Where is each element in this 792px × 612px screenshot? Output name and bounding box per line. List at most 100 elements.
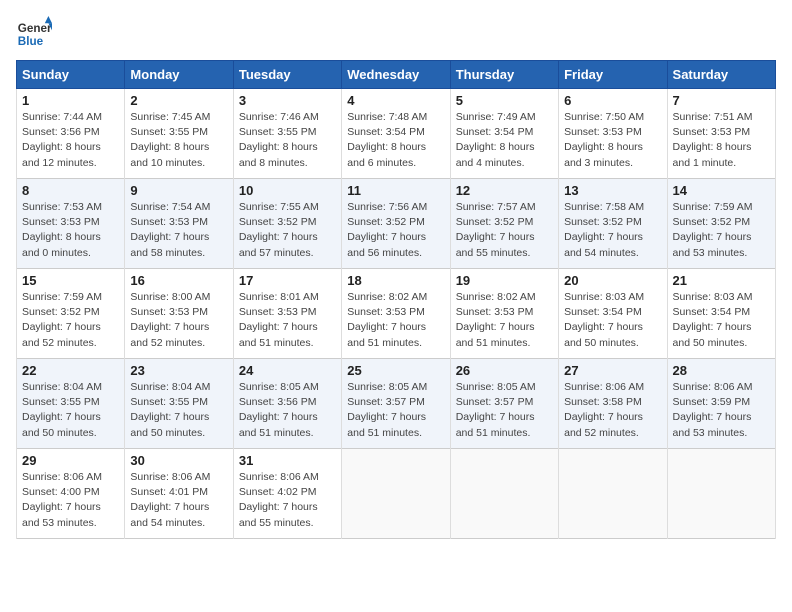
calendar-cell: 13 Sunrise: 7:58 AM Sunset: 3:52 PM Dayl… — [559, 179, 667, 269]
calendar-cell — [559, 449, 667, 539]
calendar-cell: 3 Sunrise: 7:46 AM Sunset: 3:55 PM Dayli… — [233, 89, 341, 179]
calendar-cell: 23 Sunrise: 8:04 AM Sunset: 3:55 PM Dayl… — [125, 359, 233, 449]
week-row-2: 8 Sunrise: 7:53 AM Sunset: 3:53 PM Dayli… — [17, 179, 776, 269]
day-info: Sunrise: 7:44 AM Sunset: 3:56 PM Dayligh… — [22, 110, 119, 171]
day-info: Sunrise: 8:06 AM Sunset: 4:00 PM Dayligh… — [22, 470, 119, 531]
day-number: 8 — [22, 183, 119, 198]
svg-text:General: General — [18, 22, 52, 35]
day-number: 27 — [564, 363, 661, 378]
week-row-1: 1 Sunrise: 7:44 AM Sunset: 3:56 PM Dayli… — [17, 89, 776, 179]
day-number: 21 — [673, 273, 770, 288]
calendar-cell: 21 Sunrise: 8:03 AM Sunset: 3:54 PM Dayl… — [667, 269, 775, 359]
day-info: Sunrise: 7:50 AM Sunset: 3:53 PM Dayligh… — [564, 110, 661, 171]
day-info: Sunrise: 7:56 AM Sunset: 3:52 PM Dayligh… — [347, 200, 444, 261]
day-info: Sunrise: 8:05 AM Sunset: 3:56 PM Dayligh… — [239, 380, 336, 441]
days-header-row: SundayMondayTuesdayWednesdayThursdayFrid… — [17, 61, 776, 89]
calendar-cell: 2 Sunrise: 7:45 AM Sunset: 3:55 PM Dayli… — [125, 89, 233, 179]
calendar-cell: 5 Sunrise: 7:49 AM Sunset: 3:54 PM Dayli… — [450, 89, 558, 179]
calendar-cell: 12 Sunrise: 7:57 AM Sunset: 3:52 PM Dayl… — [450, 179, 558, 269]
calendar-cell: 27 Sunrise: 8:06 AM Sunset: 3:58 PM Dayl… — [559, 359, 667, 449]
day-number: 17 — [239, 273, 336, 288]
day-info: Sunrise: 7:46 AM Sunset: 3:55 PM Dayligh… — [239, 110, 336, 171]
week-row-3: 15 Sunrise: 7:59 AM Sunset: 3:52 PM Dayl… — [17, 269, 776, 359]
calendar-cell: 25 Sunrise: 8:05 AM Sunset: 3:57 PM Dayl… — [342, 359, 450, 449]
calendar-cell: 20 Sunrise: 8:03 AM Sunset: 3:54 PM Dayl… — [559, 269, 667, 359]
calendar-table: SundayMondayTuesdayWednesdayThursdayFrid… — [16, 60, 776, 539]
day-number: 5 — [456, 93, 553, 108]
day-number: 24 — [239, 363, 336, 378]
day-info: Sunrise: 7:51 AM Sunset: 3:53 PM Dayligh… — [673, 110, 770, 171]
day-number: 12 — [456, 183, 553, 198]
day-number: 13 — [564, 183, 661, 198]
day-header-saturday: Saturday — [667, 61, 775, 89]
day-info: Sunrise: 7:58 AM Sunset: 3:52 PM Dayligh… — [564, 200, 661, 261]
day-number: 22 — [22, 363, 119, 378]
calendar-cell: 4 Sunrise: 7:48 AM Sunset: 3:54 PM Dayli… — [342, 89, 450, 179]
day-info: Sunrise: 7:55 AM Sunset: 3:52 PM Dayligh… — [239, 200, 336, 261]
day-number: 3 — [239, 93, 336, 108]
day-number: 15 — [22, 273, 119, 288]
calendar-cell: 14 Sunrise: 7:59 AM Sunset: 3:52 PM Dayl… — [667, 179, 775, 269]
day-number: 1 — [22, 93, 119, 108]
day-number: 25 — [347, 363, 444, 378]
day-number: 23 — [130, 363, 227, 378]
day-header-sunday: Sunday — [17, 61, 125, 89]
day-info: Sunrise: 8:06 AM Sunset: 4:02 PM Dayligh… — [239, 470, 336, 531]
calendar-cell: 9 Sunrise: 7:54 AM Sunset: 3:53 PM Dayli… — [125, 179, 233, 269]
calendar-cell: 26 Sunrise: 8:05 AM Sunset: 3:57 PM Dayl… — [450, 359, 558, 449]
day-number: 28 — [673, 363, 770, 378]
day-info: Sunrise: 7:54 AM Sunset: 3:53 PM Dayligh… — [130, 200, 227, 261]
day-info: Sunrise: 8:02 AM Sunset: 3:53 PM Dayligh… — [456, 290, 553, 351]
calendar-cell: 18 Sunrise: 8:02 AM Sunset: 3:53 PM Dayl… — [342, 269, 450, 359]
day-header-thursday: Thursday — [450, 61, 558, 89]
day-info: Sunrise: 8:02 AM Sunset: 3:53 PM Dayligh… — [347, 290, 444, 351]
day-number: 20 — [564, 273, 661, 288]
day-number: 16 — [130, 273, 227, 288]
calendar-cell — [450, 449, 558, 539]
day-info: Sunrise: 8:06 AM Sunset: 3:58 PM Dayligh… — [564, 380, 661, 441]
calendar-cell: 22 Sunrise: 8:04 AM Sunset: 3:55 PM Dayl… — [17, 359, 125, 449]
day-info: Sunrise: 7:57 AM Sunset: 3:52 PM Dayligh… — [456, 200, 553, 261]
page-header: General Blue — [16, 16, 776, 52]
day-number: 29 — [22, 453, 119, 468]
calendar-cell: 1 Sunrise: 7:44 AM Sunset: 3:56 PM Dayli… — [17, 89, 125, 179]
day-info: Sunrise: 7:59 AM Sunset: 3:52 PM Dayligh… — [673, 200, 770, 261]
calendar-cell: 24 Sunrise: 8:05 AM Sunset: 3:56 PM Dayl… — [233, 359, 341, 449]
calendar-cell: 7 Sunrise: 7:51 AM Sunset: 3:53 PM Dayli… — [667, 89, 775, 179]
day-info: Sunrise: 8:03 AM Sunset: 3:54 PM Dayligh… — [673, 290, 770, 351]
day-number: 4 — [347, 93, 444, 108]
day-info: Sunrise: 7:53 AM Sunset: 3:53 PM Dayligh… — [22, 200, 119, 261]
day-header-friday: Friday — [559, 61, 667, 89]
day-info: Sunrise: 7:49 AM Sunset: 3:54 PM Dayligh… — [456, 110, 553, 171]
calendar-cell: 10 Sunrise: 7:55 AM Sunset: 3:52 PM Dayl… — [233, 179, 341, 269]
logo-icon: General Blue — [16, 16, 52, 52]
logo: General Blue — [16, 16, 52, 52]
calendar-cell — [342, 449, 450, 539]
day-number: 6 — [564, 93, 661, 108]
day-number: 19 — [456, 273, 553, 288]
day-header-tuesday: Tuesday — [233, 61, 341, 89]
week-row-5: 29 Sunrise: 8:06 AM Sunset: 4:00 PM Dayl… — [17, 449, 776, 539]
day-number: 26 — [456, 363, 553, 378]
day-info: Sunrise: 8:06 AM Sunset: 3:59 PM Dayligh… — [673, 380, 770, 441]
calendar-cell: 17 Sunrise: 8:01 AM Sunset: 3:53 PM Dayl… — [233, 269, 341, 359]
day-info: Sunrise: 8:05 AM Sunset: 3:57 PM Dayligh… — [456, 380, 553, 441]
calendar-cell: 19 Sunrise: 8:02 AM Sunset: 3:53 PM Dayl… — [450, 269, 558, 359]
day-number: 10 — [239, 183, 336, 198]
calendar-cell: 31 Sunrise: 8:06 AM Sunset: 4:02 PM Dayl… — [233, 449, 341, 539]
day-number: 18 — [347, 273, 444, 288]
calendar-cell: 8 Sunrise: 7:53 AM Sunset: 3:53 PM Dayli… — [17, 179, 125, 269]
day-info: Sunrise: 8:04 AM Sunset: 3:55 PM Dayligh… — [130, 380, 227, 441]
day-header-monday: Monday — [125, 61, 233, 89]
day-number: 9 — [130, 183, 227, 198]
day-info: Sunrise: 7:48 AM Sunset: 3:54 PM Dayligh… — [347, 110, 444, 171]
calendar-cell — [667, 449, 775, 539]
calendar-cell: 30 Sunrise: 8:06 AM Sunset: 4:01 PM Dayl… — [125, 449, 233, 539]
day-info: Sunrise: 8:03 AM Sunset: 3:54 PM Dayligh… — [564, 290, 661, 351]
day-number: 14 — [673, 183, 770, 198]
day-info: Sunrise: 8:00 AM Sunset: 3:53 PM Dayligh… — [130, 290, 227, 351]
calendar-cell: 11 Sunrise: 7:56 AM Sunset: 3:52 PM Dayl… — [342, 179, 450, 269]
day-number: 11 — [347, 183, 444, 198]
day-info: Sunrise: 8:01 AM Sunset: 3:53 PM Dayligh… — [239, 290, 336, 351]
day-header-wednesday: Wednesday — [342, 61, 450, 89]
